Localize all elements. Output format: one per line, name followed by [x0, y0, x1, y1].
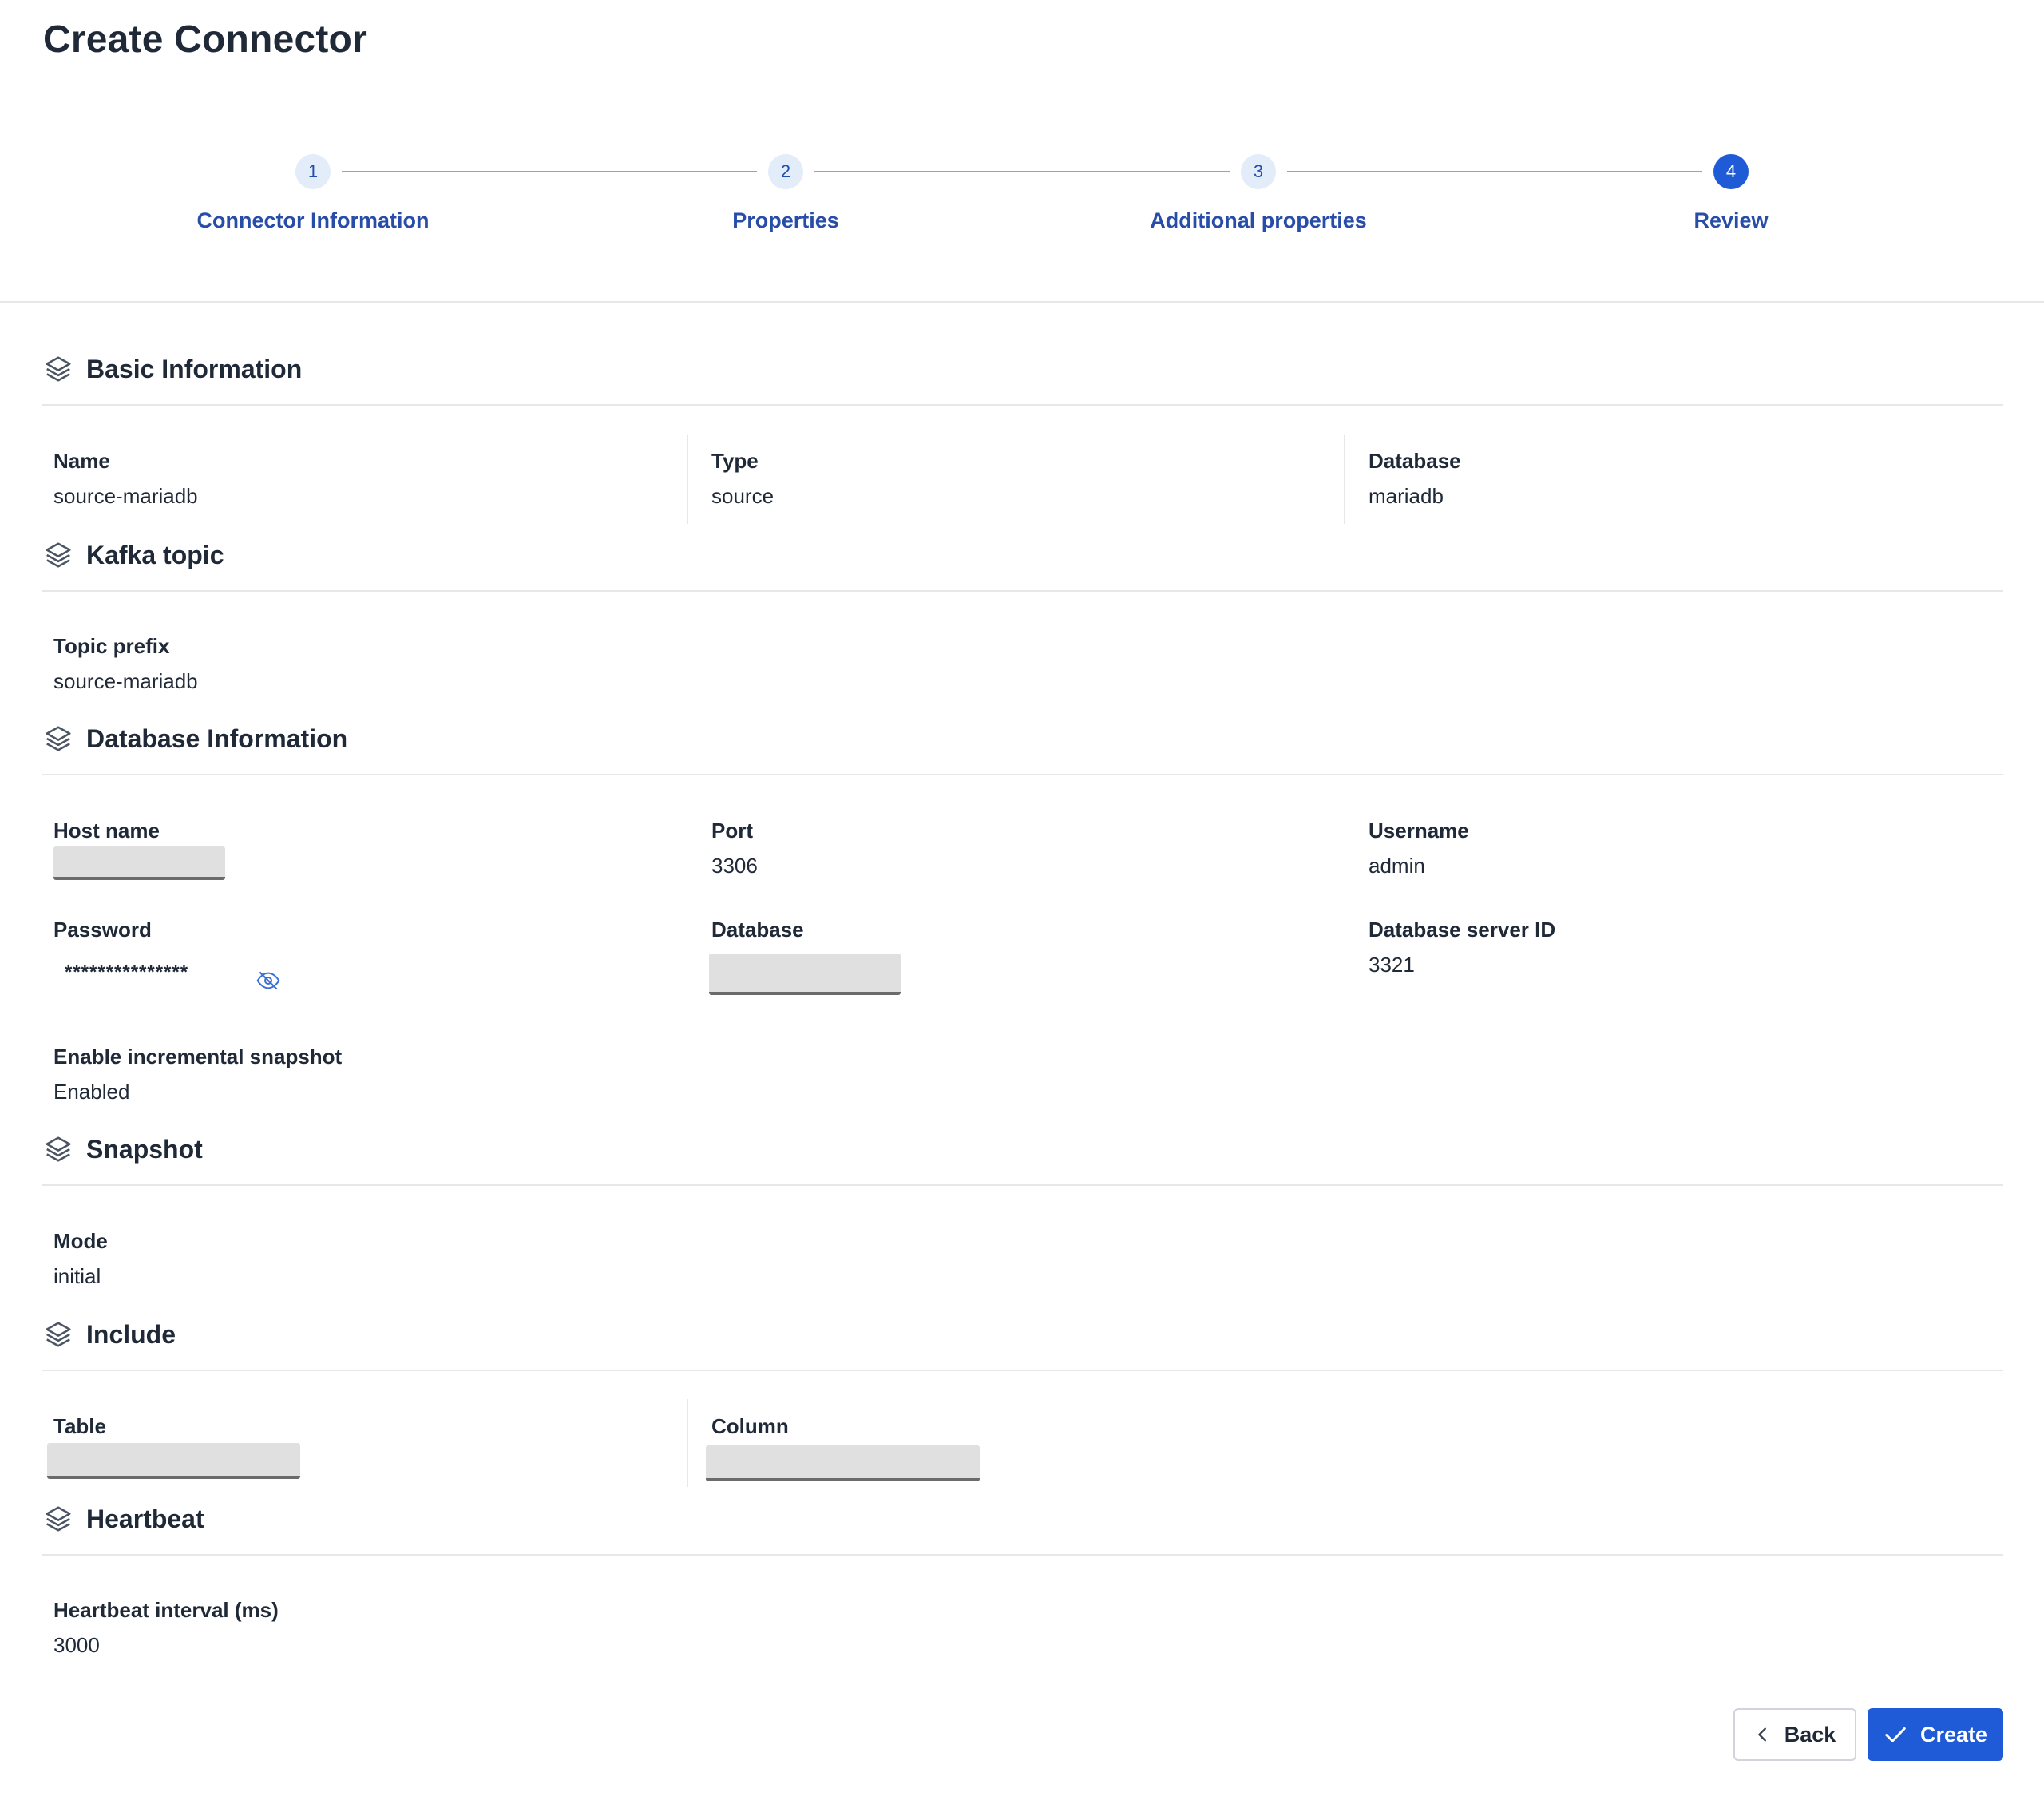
layers-icon	[43, 1504, 73, 1534]
section-kafka-topic: Kafka topic	[43, 535, 224, 575]
field-label: Host name	[53, 819, 160, 842]
step-review[interactable]: 4 Review	[1571, 152, 1891, 233]
field-password: Password ***************	[53, 917, 188, 985]
step-connector-information[interactable]: 1 Connector Information	[153, 152, 473, 233]
section-include: Include	[43, 1314, 176, 1354]
step-label: Review	[1693, 208, 1769, 232]
column-divider	[1344, 435, 1345, 524]
field-database-name: Database	[711, 917, 804, 942]
field-table: Table	[53, 1413, 106, 1439]
section-title: Snapshot	[86, 1134, 203, 1164]
field-label: Database server ID	[1369, 918, 1556, 942]
step-number: 2	[768, 154, 803, 189]
field-database-server-id: Database server ID 3321	[1369, 917, 1555, 977]
field-value: Enabled	[53, 1080, 130, 1104]
field-label: Username	[1369, 819, 1469, 842]
field-label: Topic prefix	[53, 634, 170, 658]
layers-icon	[43, 354, 73, 384]
field-type: Type source	[711, 448, 774, 509]
field-mode: Mode initial	[53, 1228, 108, 1289]
section-divider	[42, 1554, 2003, 1556]
header-divider	[0, 301, 2044, 303]
section-title: Basic Information	[86, 354, 303, 383]
field-label: Table	[53, 1414, 106, 1438]
redacted-value	[53, 846, 225, 880]
section-divider	[42, 404, 2003, 406]
section-database-information: Database Information	[43, 719, 347, 759]
field-value: 3306	[711, 854, 758, 878]
step-label: Connector Information	[196, 208, 430, 232]
section-divider	[42, 774, 2003, 775]
step-label: Properties	[732, 208, 839, 232]
field-value: mariadb	[1369, 484, 1444, 508]
field-label: Type	[711, 449, 759, 473]
field-label: Enable incremental snapshot	[53, 1045, 343, 1068]
field-label: Heartbeat interval (ms)	[53, 1598, 279, 1622]
redacted-value	[709, 954, 901, 995]
section-title: Kafka topic	[86, 540, 224, 569]
section-title: Heartbeat	[86, 1504, 204, 1533]
section-snapshot: Snapshot	[43, 1129, 203, 1169]
section-title: Include	[86, 1319, 176, 1349]
section-divider	[42, 1370, 2003, 1371]
section-basic-information: Basic Information	[43, 349, 302, 389]
field-value: source	[711, 484, 774, 508]
column-divider	[687, 435, 688, 524]
step-number: 4	[1713, 154, 1749, 189]
field-value: 3000	[53, 1633, 100, 1657]
section-divider	[42, 1184, 2003, 1186]
layers-icon	[43, 540, 73, 570]
field-name: Name source-mariadb	[53, 448, 198, 509]
step-label: Additional properties	[1150, 208, 1367, 232]
step-number: 3	[1241, 154, 1276, 189]
redacted-value	[47, 1443, 300, 1479]
field-value: source-mariadb	[53, 484, 198, 508]
section-title: Database Information	[86, 724, 348, 753]
step-additional-properties[interactable]: 3 Additional properties	[1099, 152, 1418, 233]
field-value: source-mariadb	[53, 669, 198, 693]
field-enable-incremental-snapshot: Enable incremental snapshot Enabled	[53, 1044, 342, 1104]
wizard-stepper: 1 Connector Information 2 Properties 3 A…	[0, 152, 2044, 248]
back-button[interactable]: Back	[1733, 1708, 1856, 1761]
field-value: admin	[1369, 854, 1425, 878]
step-number: 1	[295, 154, 331, 189]
field-value: 3321	[1369, 953, 1415, 977]
redacted-value	[706, 1445, 980, 1481]
back-button-label: Back	[1784, 1722, 1836, 1746]
field-column: Column	[711, 1413, 789, 1439]
field-database: Database mariadb	[1369, 448, 1461, 509]
check-icon	[1885, 1727, 1906, 1742]
password-value: ***************	[65, 961, 189, 983]
field-heartbeat-interval: Heartbeat interval (ms) 3000	[53, 1597, 279, 1658]
step-properties[interactable]: 2 Properties	[626, 152, 945, 233]
create-button-label: Create	[1919, 1722, 1988, 1746]
section-heartbeat: Heartbeat	[43, 1499, 204, 1539]
layers-icon	[43, 1134, 73, 1164]
field-label: Port	[711, 819, 753, 842]
page-title: Create Connector	[43, 18, 367, 61]
chevron-left-icon	[1757, 1727, 1766, 1742]
field-host-name: Host name	[53, 818, 160, 843]
eye-slash-icon[interactable]	[256, 968, 281, 993]
field-port: Port 3306	[711, 818, 758, 878]
field-label: Column	[711, 1414, 789, 1438]
field-label: Mode	[53, 1229, 108, 1253]
section-divider	[42, 590, 2003, 592]
field-topic-prefix: Topic prefix source-mariadb	[53, 633, 198, 694]
create-button[interactable]: Create	[1868, 1708, 2003, 1761]
layers-icon	[43, 1319, 73, 1350]
field-label: Password	[53, 918, 152, 942]
layers-icon	[43, 724, 73, 754]
column-divider	[687, 1399, 688, 1487]
field-label: Database	[1369, 449, 1461, 473]
field-label: Database	[711, 918, 804, 942]
field-username: Username admin	[1369, 818, 1469, 878]
field-label: Name	[53, 449, 110, 473]
field-value: initial	[53, 1264, 101, 1288]
